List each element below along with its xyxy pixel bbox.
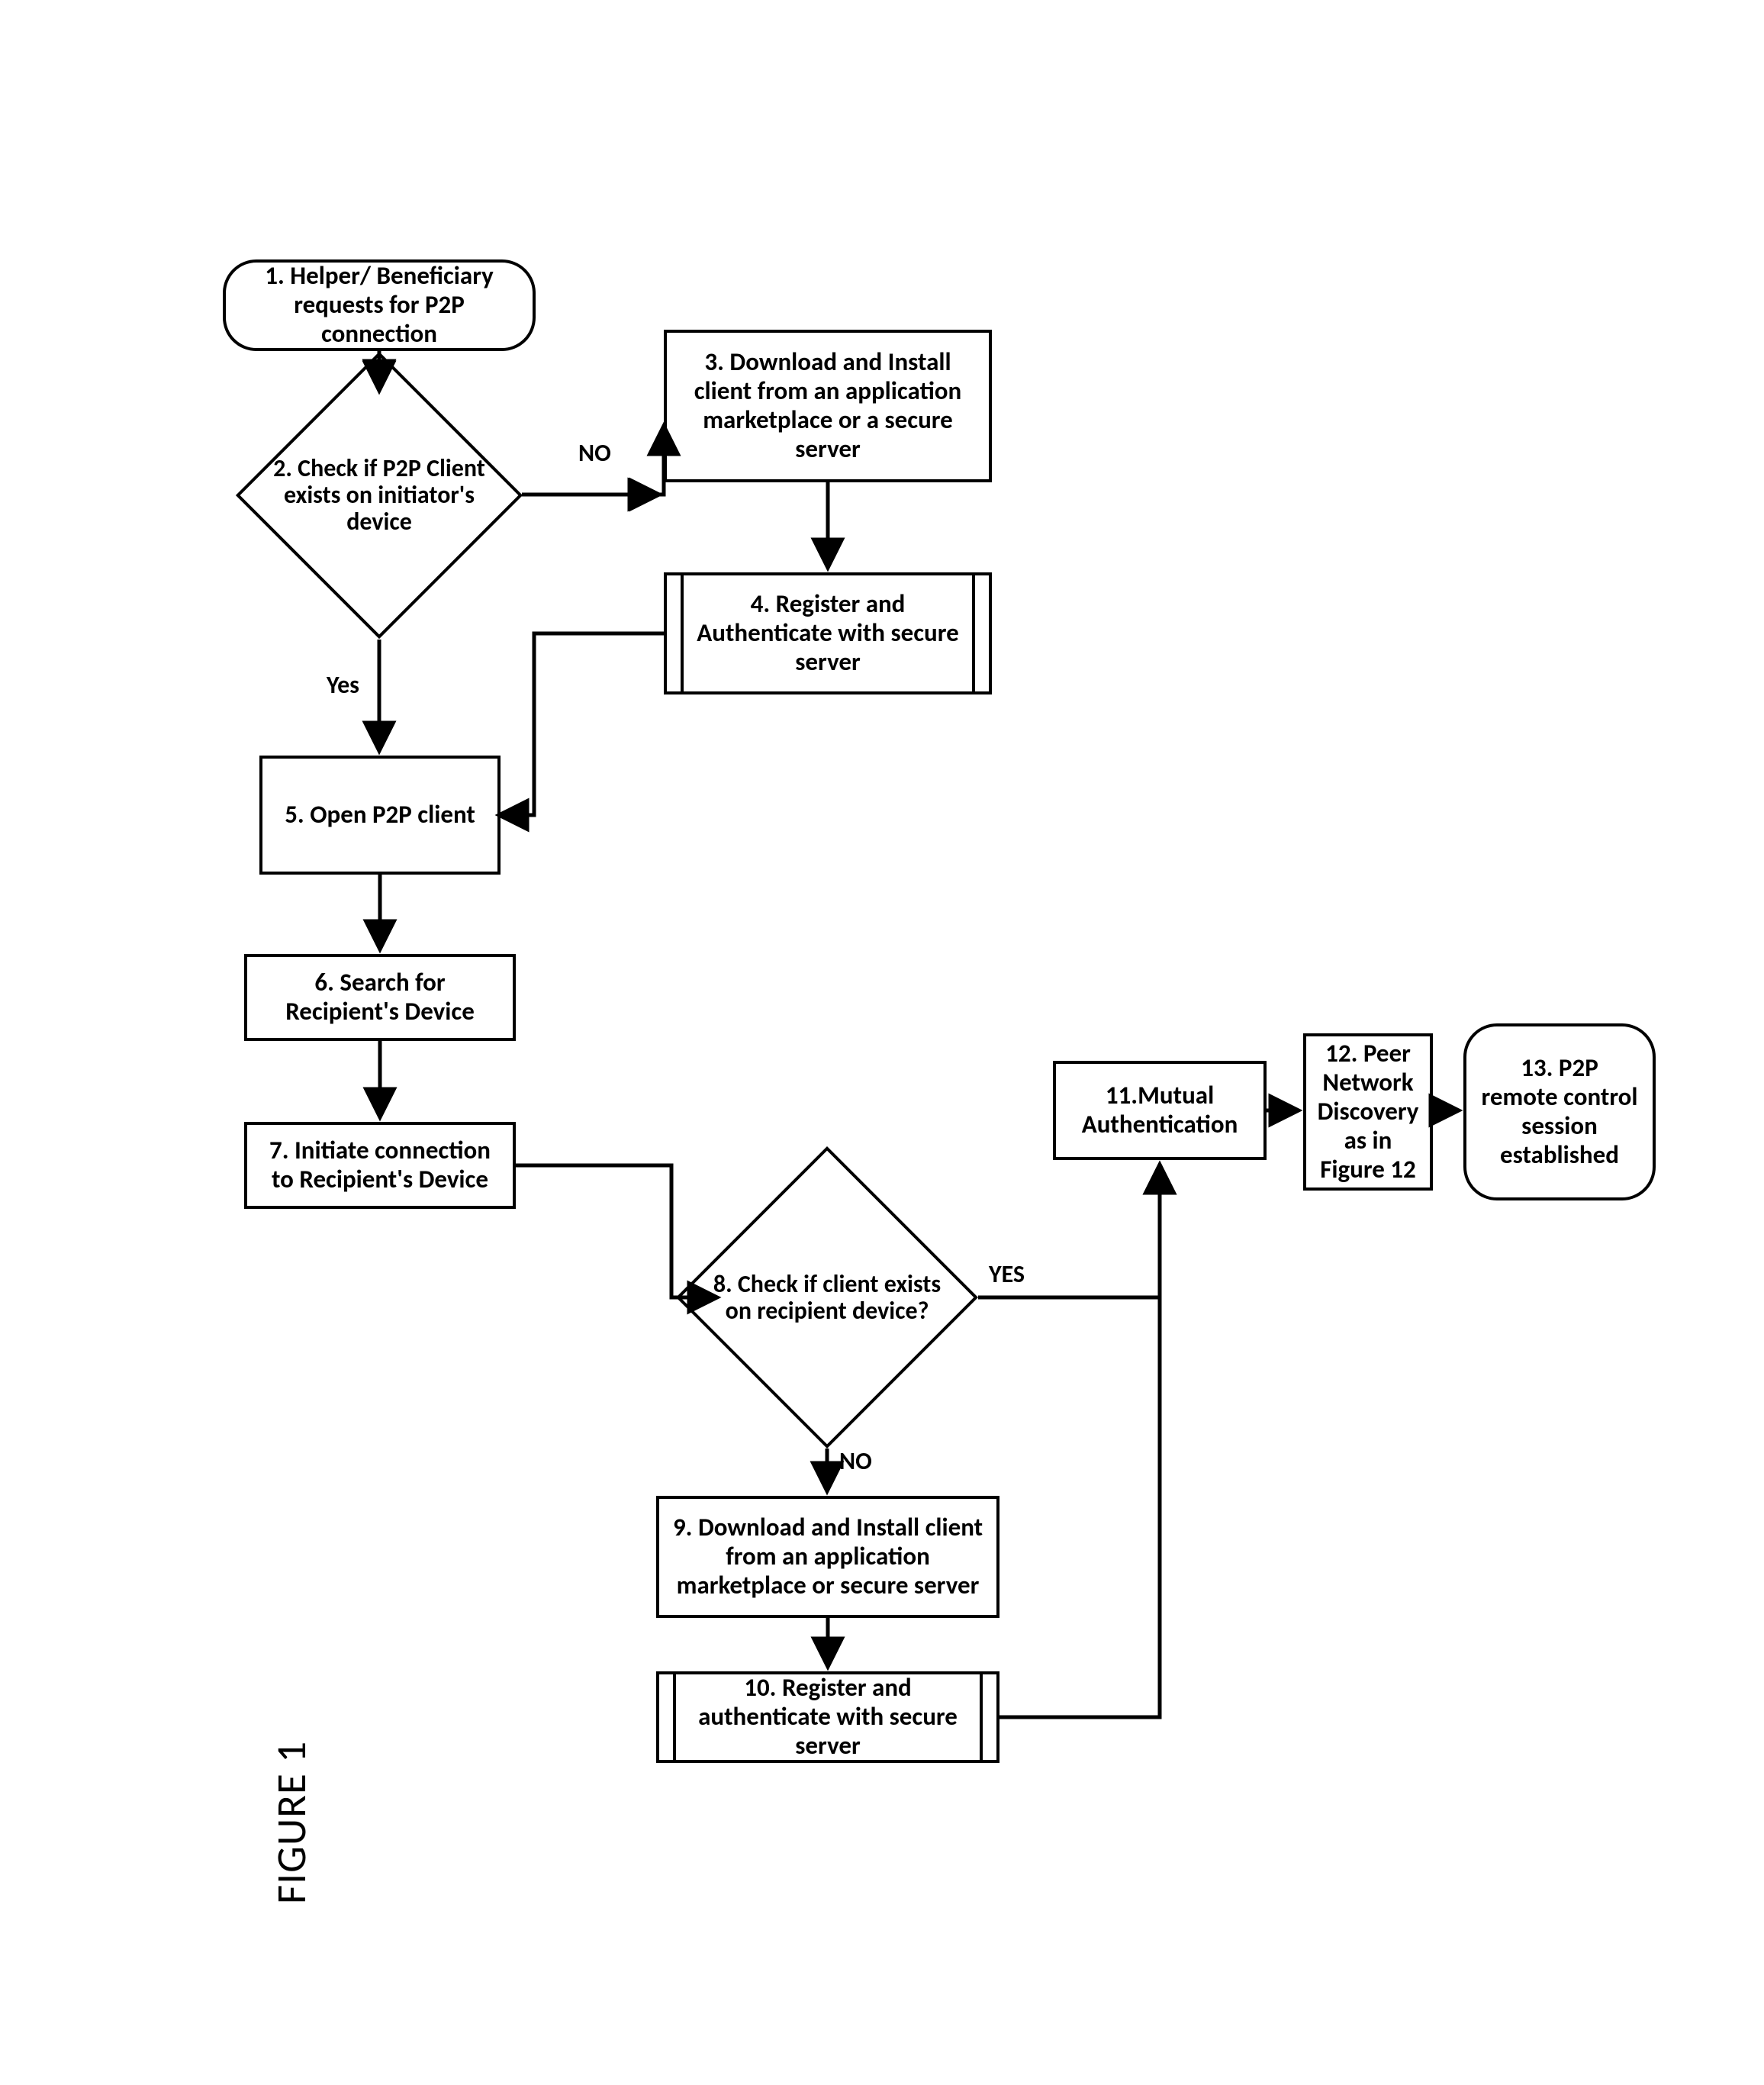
node-4-predefined: 4. Register and Authenticate with secure…	[664, 572, 992, 694]
node-12-process: 12. Peer Network Discovery as in Figure …	[1303, 1033, 1433, 1191]
node-8-decision: 8. Check if client exists on recipient d…	[720, 1191, 934, 1404]
node-10-label: 10. Register and authenticate with secur…	[682, 1674, 974, 1761]
node-11-label: 11.Mutual Authentication	[1067, 1081, 1253, 1139]
node-6-process: 6. Search for Recipient's Device	[244, 954, 516, 1041]
node-13-label: 13. P2P remote control session establish…	[1480, 1054, 1639, 1170]
node-5-label: 5. Open P2P client	[285, 801, 475, 830]
node-1-label: 1. Helper/ Beneficiary requests for P2P …	[240, 262, 519, 349]
flowchart-canvas: 1. Helper/ Beneficiary requests for P2P …	[0, 0, 1764, 2085]
node-2-decision: 2. Check if P2P Client exists on initiat…	[278, 394, 481, 597]
node-9-label: 9. Download and Install client from an a…	[670, 1513, 986, 1600]
node-9-process: 9. Download and Install client from an a…	[656, 1496, 999, 1618]
node-6-label: 6. Search for Recipient's Device	[258, 968, 502, 1026]
node-13-end: 13. P2P remote control session establish…	[1463, 1023, 1656, 1200]
edge-label-no-1: NO	[578, 438, 611, 468]
node-2-label: 2. Check if P2P Client exists on initiat…	[257, 455, 501, 536]
node-7-process: 7. Initiate connection to Recipient's De…	[244, 1122, 516, 1209]
edge-label-yes-2: YES	[989, 1259, 1025, 1289]
node-3-process: 3. Download and Install client from an a…	[664, 330, 992, 482]
node-4-label: 4. Register and Authenticate with secure…	[690, 590, 966, 677]
node-3-label: 3. Download and Install client from an a…	[678, 348, 978, 464]
node-12-label: 12. Peer Network Discovery as in Figure …	[1317, 1039, 1419, 1184]
node-5-process: 5. Open P2P client	[259, 756, 501, 875]
figure-label: FIGURE 1	[266, 1741, 317, 1904]
node-11-process: 11.Mutual Authentication	[1053, 1061, 1267, 1160]
node-8-label: 8. Check if client exists on recipient d…	[699, 1271, 955, 1324]
node-7-label: 7. Initiate connection to Recipient's De…	[258, 1136, 502, 1194]
node-1-start: 1. Helper/ Beneficiary requests for P2P …	[223, 259, 536, 351]
edge-label-yes-1: Yes	[327, 670, 359, 700]
edge-label-no-2: NO	[839, 1446, 872, 1476]
node-10-predefined: 10. Register and authenticate with secur…	[656, 1671, 999, 1763]
